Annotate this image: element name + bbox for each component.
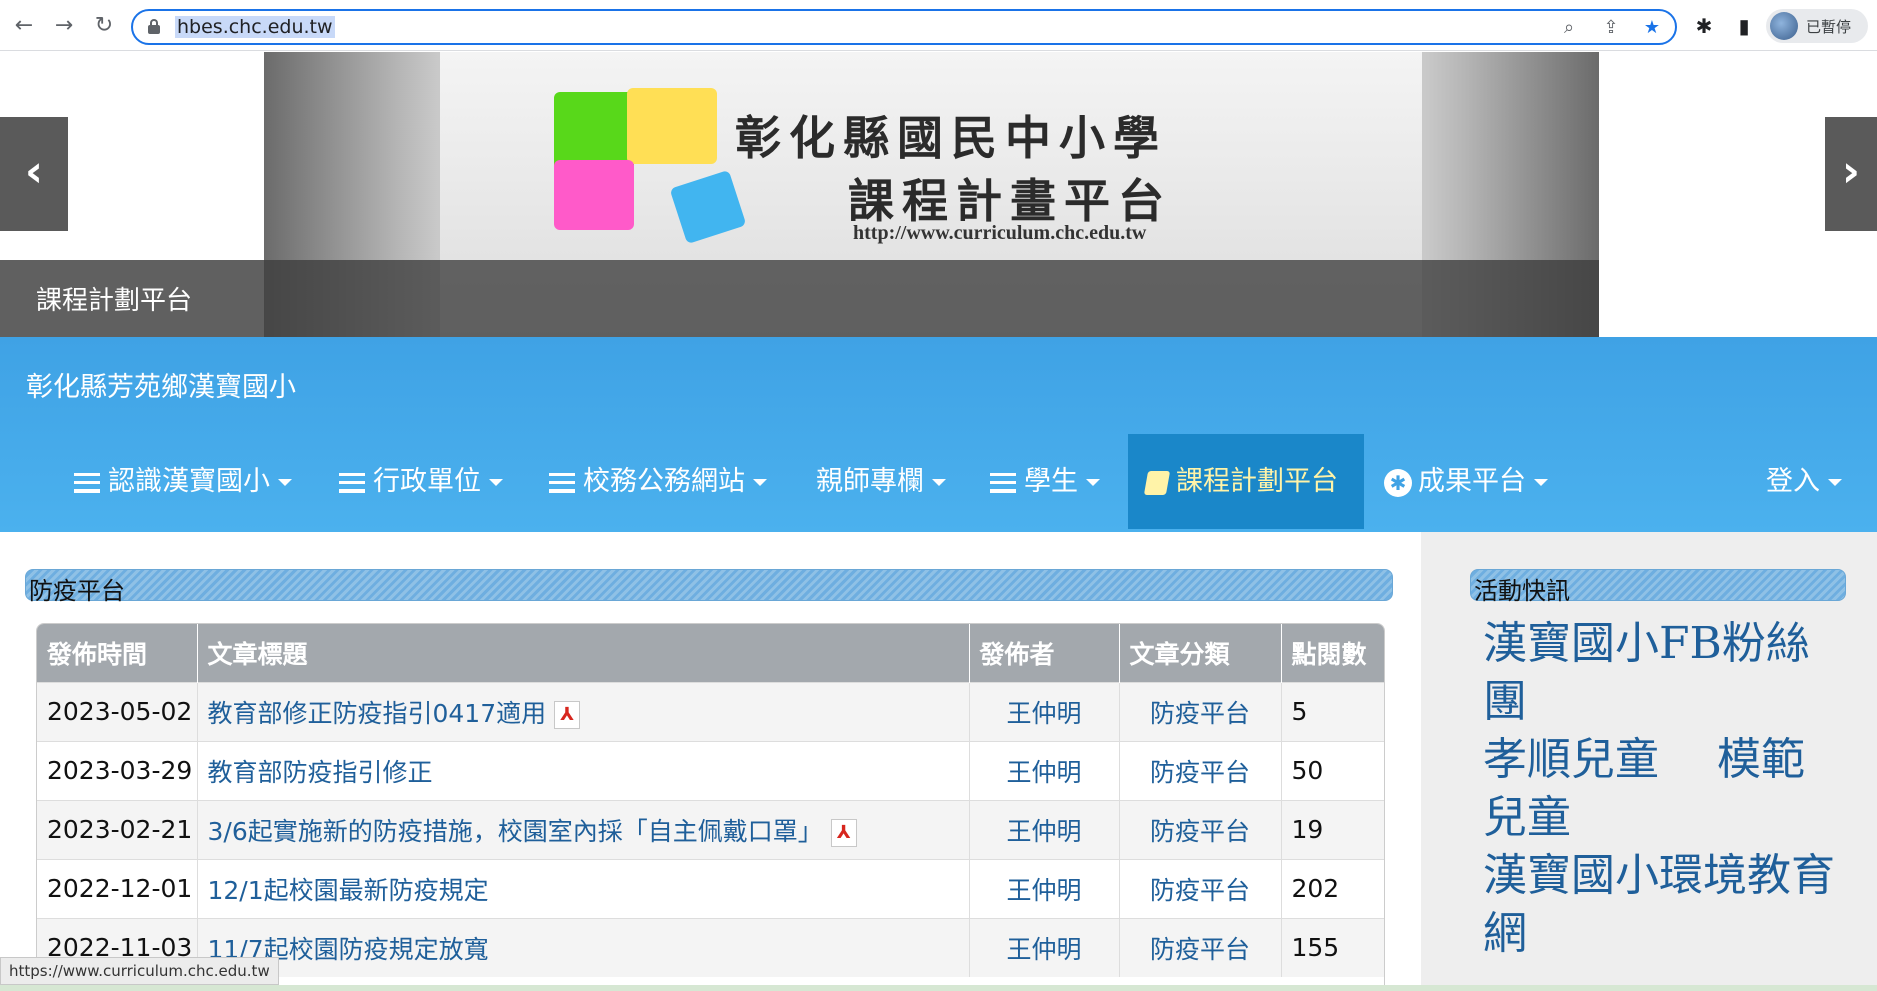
article-title-link[interactable]: 3/6起實施新的防疫措施，校園室內採「自主佩戴口罩」	[208, 817, 823, 846]
author-cell[interactable]: 王仲明	[969, 799, 1120, 859]
news-link-environment[interactable]: 漢寶國小環境教育網	[1483, 847, 1843, 963]
date-cell: 2022-12-01	[37, 858, 198, 918]
date-cell: 2023-05-02	[37, 681, 198, 741]
title-cell[interactable]: 11/7起校園防疫規定放寬	[197, 917, 970, 977]
table-row: 2023-05-02 教育部修正防疫指引0417適用 ⅄ 王仲明 防疫平台 5	[37, 681, 1384, 741]
carousel-prev-button[interactable]: ‹	[0, 117, 68, 231]
articles-table: 發佈時間 文章標題 發佈者 文章分類 點閱數 2023-05-02 教育部修正防…	[36, 623, 1385, 991]
caret-down-icon	[1828, 479, 1842, 486]
column-header-views[interactable]: 點閱數	[1281, 624, 1384, 682]
news-link-fb[interactable]: 漢寶國小FB粉絲團	[1483, 615, 1843, 731]
views-cell: 19	[1281, 799, 1384, 859]
section-header-news: 活動快訊	[1470, 569, 1846, 605]
forward-icon[interactable]: →	[50, 12, 78, 40]
views-cell: 5	[1281, 681, 1384, 741]
column-header-category[interactable]: 文章分類	[1119, 624, 1282, 682]
category-cell[interactable]: 防疫平台	[1119, 681, 1282, 741]
section-header-epidemic: 防疫平台	[25, 569, 1393, 605]
title-cell[interactable]: 教育部防疫指引修正	[197, 740, 970, 800]
menu-item-admin[interactable]: 行政單位	[339, 434, 503, 529]
category-cell[interactable]: 防疫平台	[1119, 917, 1282, 977]
banner-title-line1: 彰化縣國民中小學	[735, 111, 1167, 165]
school-name[interactable]: 彰化縣芳苑鄉漢寶國小	[26, 365, 296, 404]
browser-toolbar: ← → ↻ hbes.chc.edu.tw ⌕ ⇪ ★ ✱ ▮ 已暫停	[0, 0, 1877, 51]
banner-caption: 課程計劃平台	[36, 286, 193, 316]
reload-icon[interactable]: ↻	[90, 12, 118, 40]
title-cell[interactable]: 3/6起實施新的防疫措施，校園室內採「自主佩戴口罩」 ⅄	[197, 799, 970, 859]
menu-list-icon	[549, 472, 575, 493]
menu-item-about[interactable]: 認識漢寶國小	[74, 434, 292, 529]
carousel-next-button[interactable]: ›	[1825, 117, 1877, 231]
url-text[interactable]: hbes.chc.edu.tw	[175, 16, 335, 38]
table-row: 2023-03-29 教育部防疫指引修正 王仲明 防疫平台 50	[37, 740, 1384, 800]
caret-down-icon	[489, 479, 503, 486]
bookmark-star-icon[interactable]: ★	[1640, 16, 1664, 40]
extensions-icon[interactable]: ✱	[1690, 12, 1718, 40]
menu-list-icon	[990, 472, 1016, 493]
puzzle-yellow-icon	[627, 88, 717, 164]
title-cell[interactable]: 12/1起校園最新防疫規定	[197, 858, 970, 918]
article-title-link[interactable]: 12/1起校園最新防疫規定	[208, 876, 489, 905]
views-cell: 202	[1281, 858, 1384, 918]
menu-item-parents[interactable]: 親師專欄	[816, 434, 946, 529]
column-header-date[interactable]: 發佈時間	[37, 624, 198, 682]
status-bar: https://www.curriculum.chc.edu.tw	[0, 957, 279, 985]
menu-list-icon	[74, 472, 100, 493]
back-icon[interactable]: ←	[10, 12, 38, 40]
category-cell[interactable]: 防疫平台	[1119, 740, 1282, 800]
main-menu: 認識漢寶國小 行政單位 校務公務網站 親師專欄 學生 課程計劃平台 ✱ 成果平台 …	[0, 434, 1877, 529]
news-list: 漢寶國小FB粉絲團 孝順兒童 模範兒童 漢寶國小環境教育網	[1483, 615, 1843, 963]
article-title-link[interactable]: 教育部修正防疫指引0417適用	[208, 699, 547, 728]
views-cell: 155	[1281, 917, 1384, 977]
caret-down-icon	[1534, 479, 1548, 486]
menu-item-curriculum[interactable]: 課程計劃平台	[1128, 434, 1364, 529]
puzzle-blue-icon	[669, 169, 747, 245]
menu-item-login[interactable]: 登入	[1766, 434, 1842, 529]
profile-label: 已暫停	[1806, 18, 1852, 36]
menu-list-icon	[339, 472, 365, 493]
banner-carousel: 彰化縣國民中小學 課程計畫平台 http://www.curriculum.ch…	[0, 52, 1877, 337]
profile-button[interactable]: 已暫停	[1766, 9, 1868, 43]
caret-down-icon	[278, 479, 292, 486]
table-row: 2022-12-01 12/1起校園最新防疫規定 王仲明 防疫平台 202	[37, 858, 1384, 918]
column-header-author[interactable]: 發佈者	[969, 624, 1120, 682]
banner-url: http://www.curriculum.chc.edu.tw	[853, 222, 1147, 244]
table-header-row: 發佈時間 文章標題 發佈者 文章分類 點閱數	[37, 624, 1384, 682]
author-cell[interactable]: 王仲明	[969, 681, 1120, 741]
views-cell: 50	[1281, 740, 1384, 800]
article-title-link[interactable]: 教育部防疫指引修正	[208, 758, 433, 787]
zoom-icon[interactable]: ⌕	[1557, 16, 1581, 40]
pdf-icon[interactable]: ⅄	[554, 700, 581, 729]
lock-icon[interactable]	[147, 19, 161, 35]
title-cell[interactable]: 教育部修正防疫指引0417適用 ⅄	[197, 681, 970, 741]
menu-item-results[interactable]: ✱ 成果平台	[1384, 434, 1548, 529]
menu-item-school-sites[interactable]: 校務公務網站	[549, 434, 767, 529]
section-title: 活動快訊	[1474, 577, 1570, 605]
category-cell[interactable]: 防疫平台	[1119, 858, 1282, 918]
caret-down-icon	[1086, 479, 1100, 486]
caret-down-icon	[932, 479, 946, 486]
news-link-model-students[interactable]: 孝順兒童 模範兒童	[1483, 731, 1843, 847]
share-icon[interactable]: ⇪	[1599, 16, 1623, 40]
star-icon: ✱	[1384, 468, 1412, 497]
author-cell[interactable]: 王仲明	[969, 740, 1120, 800]
puzzle-pink-icon	[554, 160, 634, 230]
category-cell[interactable]: 防疫平台	[1119, 799, 1282, 859]
date-cell: 2023-03-29	[37, 740, 198, 800]
caret-down-icon	[753, 479, 767, 486]
table-row: 2023-02-21 3/6起實施新的防疫措施，校園室內採「自主佩戴口罩」 ⅄ 王…	[37, 799, 1384, 859]
author-cell[interactable]: 王仲明	[969, 917, 1120, 977]
site-header: 彰化縣芳苑鄉漢寶國小 認識漢寶國小 行政單位 校務公務網站 親師專欄 學生 課程…	[0, 337, 1877, 532]
menu-item-students[interactable]: 學生	[990, 434, 1100, 529]
author-cell[interactable]: 王仲明	[969, 858, 1120, 918]
section-title: 防疫平台	[29, 577, 125, 605]
pdf-icon[interactable]: ⅄	[830, 818, 857, 847]
column-header-title[interactable]: 文章標題	[197, 624, 970, 682]
side-panel-icon[interactable]: ▮	[1730, 12, 1758, 40]
address-bar[interactable]: hbes.chc.edu.tw ⌕ ⇪ ★	[131, 9, 1677, 45]
avatar	[1770, 12, 1798, 40]
date-cell: 2023-02-21	[37, 799, 198, 859]
book-icon	[1143, 470, 1171, 495]
